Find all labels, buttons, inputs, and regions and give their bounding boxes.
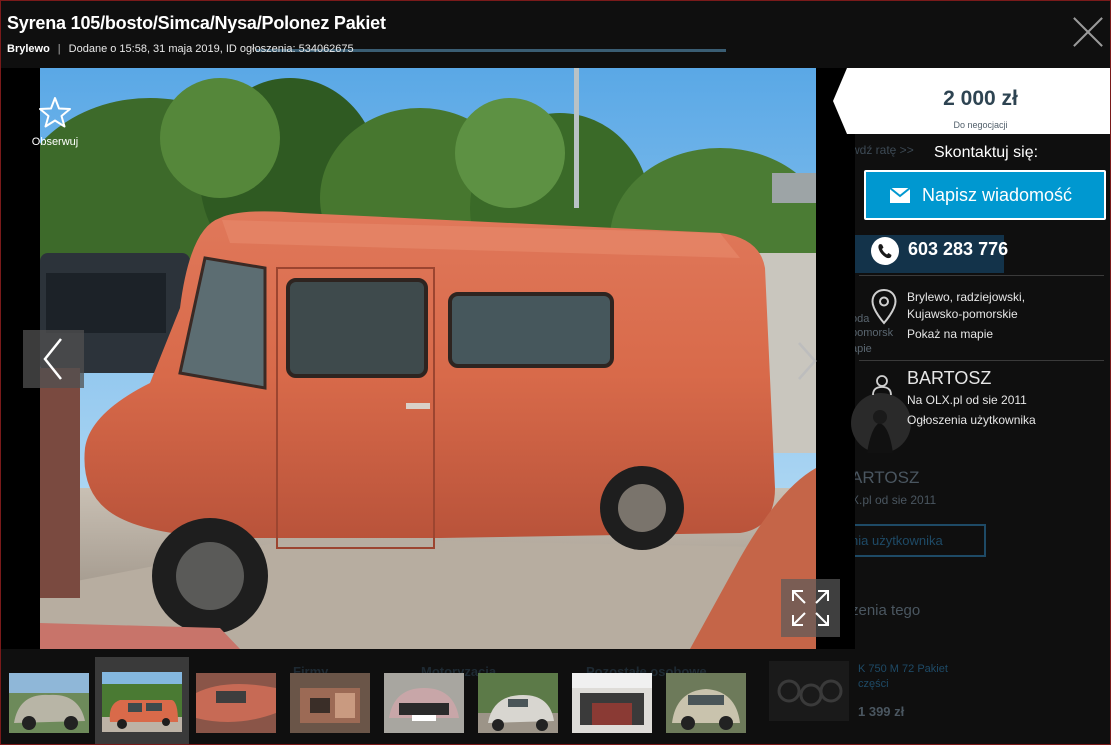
star-outline-icon xyxy=(39,97,71,128)
background-ad-title: K 750 M 72 Pakiet xyxy=(858,663,948,675)
close-icon[interactable] xyxy=(1069,11,1107,49)
fullscreen-button[interactable] xyxy=(781,579,840,637)
listing-title: Syrena 105/bosto/Simca/Nysa/Polonez Paki… xyxy=(7,13,386,33)
background-user-ads-label: nia użytkownika xyxy=(851,533,943,548)
chevron-right-icon xyxy=(798,342,817,380)
thumbnail-3[interactable] xyxy=(196,673,276,733)
thumbnail-5[interactable] xyxy=(384,673,464,733)
chevron-left-icon xyxy=(43,338,62,380)
user-since: Na OLX.pl od sie 2011 xyxy=(907,393,1027,407)
thumbnail-8[interactable] xyxy=(666,673,746,733)
background-user-since: X.pl od sie 2011 xyxy=(851,493,937,507)
send-message-label: Napisz wiadomość xyxy=(922,185,1073,205)
map-pin-icon xyxy=(871,288,897,330)
thumbnail-2[interactable] xyxy=(102,672,182,732)
divider xyxy=(859,275,1104,276)
expand-icon xyxy=(792,590,829,626)
thumbnail-7[interactable] xyxy=(572,673,652,733)
background-ad-card: K 750 M 72 Pakiet części 1 399 zł xyxy=(769,661,1110,744)
price-tag: 2 000 zł Do negocjacji xyxy=(833,68,1110,134)
listing-meta: Brylewo | Dodane o 15:58, 31 maja 2019, ID… xyxy=(7,43,354,55)
listing-location: Brylewo xyxy=(7,43,50,55)
price-value: 2 000 zł xyxy=(943,87,1018,110)
user-name: BARTOSZ xyxy=(907,368,992,388)
location-line-2: Kujawsko-pomorskie xyxy=(907,307,1018,321)
divider xyxy=(859,360,1104,361)
background-ad-price: 1 399 zł xyxy=(858,704,905,719)
thumbnail-6[interactable] xyxy=(478,673,558,733)
background-rate-link: wdź ratę >> xyxy=(851,143,914,157)
thumbnail-strip xyxy=(1,654,761,744)
contact-label: Skontaktuj się: xyxy=(934,144,1039,161)
price-note: Do negocjacji xyxy=(953,120,1008,130)
background-user-name: ARTOSZ xyxy=(851,468,920,487)
meta-separator: | xyxy=(57,43,61,55)
listing-added-date: Dodane o 15:58, 31 maja 2019, ID ogłosze… xyxy=(68,43,354,55)
next-photo-button[interactable] xyxy=(791,337,821,385)
previous-photo-button[interactable] xyxy=(23,330,84,388)
envelope-icon xyxy=(890,188,910,203)
thumbnail-1[interactable] xyxy=(9,673,89,733)
user-avatar xyxy=(849,373,911,455)
phone-icon xyxy=(871,237,899,270)
background-ad-subtitle: części xyxy=(858,678,889,690)
observe-button[interactable]: Obserwuj xyxy=(27,96,83,148)
show-on-map-link[interactable]: Pokaż na mapie xyxy=(907,326,1025,343)
location-line-1: Brylewo, radziejowski, xyxy=(907,290,1026,304)
gallery-overlay: wdź ratę >> oda pomorsk apie ARTOSZ X.pl… xyxy=(0,0,1111,745)
background-similar-heading: zenia tego xyxy=(851,602,921,619)
thumbnail-4[interactable] xyxy=(290,673,370,733)
location-block: Brylewo, radziejowski, Kujawsko-pomorski… xyxy=(907,289,1025,343)
main-photo xyxy=(40,68,816,649)
user-icon xyxy=(872,375,892,396)
send-message-button[interactable]: Napisz wiadomość xyxy=(864,170,1106,220)
phone-number[interactable]: 603 283 776 xyxy=(908,239,1008,260)
user-ads-link[interactable]: Ogłoszenia użytkownika xyxy=(907,413,1036,427)
photo-letterbox-right xyxy=(816,68,855,649)
observe-label: Obserwuj xyxy=(31,136,79,148)
